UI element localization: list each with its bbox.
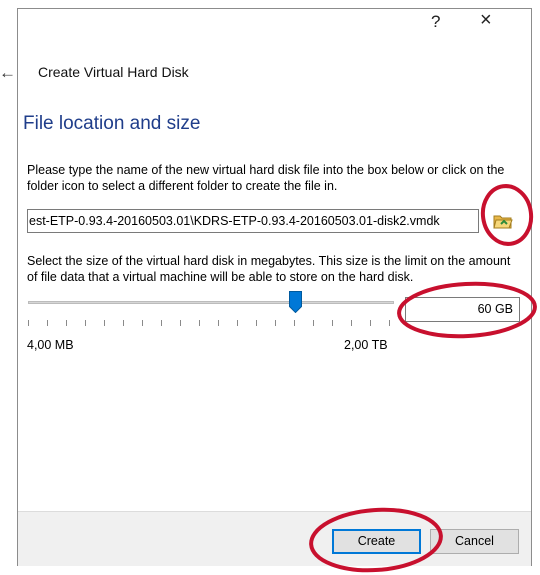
- folder-open-icon[interactable]: [493, 212, 513, 230]
- help-button[interactable]: ?: [431, 12, 440, 32]
- section-title: File location and size: [23, 113, 201, 134]
- file-location-description: Please type the name of the new virtual …: [27, 163, 505, 193]
- size-min-label: 4,00 MB: [27, 338, 74, 352]
- size-max-label: 2,00 TB: [344, 338, 388, 352]
- file-path-input[interactable]: est-ETP-0.93.4-20160503.01\KDRS-ETP-0.93…: [27, 209, 479, 233]
- create-button[interactable]: Create: [332, 529, 421, 554]
- size-slider-thumb[interactable]: [289, 291, 302, 314]
- dialog-title: Create Virtual Hard Disk: [38, 64, 189, 80]
- cancel-button[interactable]: Cancel: [430, 529, 519, 554]
- size-slider-ticks: [28, 320, 394, 326]
- file-size-description: Select the size of the virtual hard disk…: [27, 254, 511, 284]
- size-input[interactable]: 60 GB: [405, 297, 520, 322]
- size-slider-track[interactable]: [28, 301, 394, 304]
- close-button[interactable]: ×: [480, 9, 492, 32]
- create-virtual-hard-disk-dialog: [17, 8, 532, 566]
- back-arrow-icon[interactable]: ←: [0, 63, 16, 83]
